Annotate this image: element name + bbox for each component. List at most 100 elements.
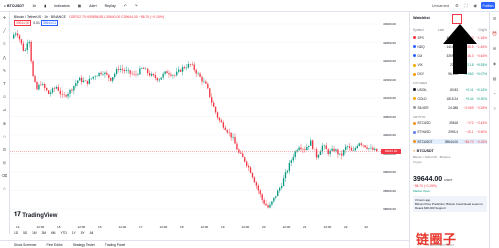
candle-body xyxy=(211,97,213,103)
candle-body xyxy=(82,80,85,82)
section-label[interactable]: CRYPTO xyxy=(413,115,425,119)
time-tick-label: 21 xyxy=(303,224,307,229)
watchlist-row[interactable]: USOIL 83.83 +0.11 +0.13% xyxy=(413,87,487,92)
watchlist-name: ETHUSD xyxy=(417,130,431,135)
notifications-icon[interactable]: ◔ xyxy=(493,91,495,96)
replay-button[interactable]: Replay xyxy=(105,4,116,8)
alarm-clock-icon[interactable]: ⏰ xyxy=(492,31,497,36)
trendline-icon[interactable]: ╱ xyxy=(3,28,6,33)
ideas-icon[interactable]: ◈ xyxy=(493,61,496,66)
watchlist-row[interactable]: BTCUSD 39618 −172 −0.43% xyxy=(413,121,487,126)
eye-icon[interactable]: ◎ xyxy=(3,160,7,165)
symbol-label: BTCUSDT xyxy=(7,3,25,8)
candle-body xyxy=(273,197,275,202)
candle-body xyxy=(315,149,318,158)
price-chart[interactable] xyxy=(10,12,381,223)
candle-body xyxy=(245,161,248,166)
candle-body xyxy=(317,154,320,158)
candle-body xyxy=(125,70,127,71)
candle-body xyxy=(69,89,71,94)
indicators-button[interactable]: Indicators xyxy=(54,4,70,8)
watchlist-name: SPX xyxy=(417,35,424,40)
price-axis[interactable]: 43000.00 42500.00 42000.00 41500.00 41000.00… xyxy=(381,12,409,223)
fib-icon[interactable]: ≡ xyxy=(3,41,5,46)
bottom-tab[interactable]: Trading Panel xyxy=(105,243,125,247)
col-chgp[interactable]: Chg% xyxy=(478,28,487,32)
candle-body xyxy=(255,182,258,186)
sell-price-box[interactable]: 39644.00 xyxy=(14,19,32,27)
undo-icon[interactable]: ↶ xyxy=(124,4,127,8)
candle-body xyxy=(14,33,17,35)
ruler-icon[interactable]: ⊿ xyxy=(3,107,7,112)
trash-icon[interactable]: ⌫ xyxy=(2,173,8,178)
watchlist-row[interactable]: GOLD 1815.24 +5.44 +0.30% xyxy=(413,96,487,101)
zoom-icon[interactable]: ⊕ xyxy=(3,121,7,126)
fullscreen-icon[interactable]: ⛶ xyxy=(465,3,468,8)
emoji-icon[interactable]: ☺ xyxy=(2,94,6,99)
calendar-icon[interactable]: ▤ xyxy=(493,76,497,81)
crosshair-icon[interactable]: ✛ xyxy=(3,15,7,20)
range-button[interactable]: 6M xyxy=(51,231,55,235)
range-button[interactable]: 5D xyxy=(23,231,27,235)
symbol-search[interactable]: ⌕ BTCUSDT xyxy=(4,4,24,8)
watchlist-icon[interactable]: ☰ xyxy=(493,16,497,21)
camera-icon[interactable]: ◉ xyxy=(474,3,478,8)
candle-body xyxy=(335,149,337,152)
lock-icon[interactable]: ⊡ xyxy=(3,147,7,152)
interval-button[interactable]: 1h xyxy=(32,4,36,8)
time-axis[interactable]: 14 12:00 15 12:00 16 12:00 17 12:00 18 12:00 19 12:… xyxy=(10,223,381,231)
bottom-tab[interactable]: Strategy Tester xyxy=(73,243,95,247)
candle-body xyxy=(36,81,38,90)
candle-body xyxy=(59,90,61,95)
buy-price-box[interactable]: 39644.01 xyxy=(40,19,59,27)
watchlist-row[interactable]: ETHUSD 2993.4 −15.1 −0.50% xyxy=(413,130,487,135)
watchlist-title[interactable]: Watchlist xyxy=(413,16,430,20)
templates-icon[interactable]: ▦ xyxy=(78,4,81,8)
candle-body xyxy=(323,145,325,147)
price-tick-label: 42500.00 xyxy=(383,40,396,45)
section-label[interactable]: FUTURES xyxy=(413,81,427,85)
range-button[interactable]: 1Y xyxy=(72,231,76,235)
candle-body xyxy=(218,117,221,121)
range-button[interactable]: 1M xyxy=(32,231,36,235)
candle-body xyxy=(236,143,238,150)
alert-button[interactable]: Alert xyxy=(89,4,96,8)
star-icon[interactable]: ☆ xyxy=(3,186,7,191)
candle-body xyxy=(168,73,170,75)
range-button[interactable]: 5Y xyxy=(81,231,85,235)
range-button[interactable]: All xyxy=(90,231,94,235)
range-button[interactable]: 1D xyxy=(14,231,18,235)
layout-name[interactable]: Unnamed xyxy=(432,3,449,8)
bottom-tab[interactable]: Stock Screener xyxy=(14,243,37,247)
candle-type-icon[interactable]: ▮ xyxy=(44,4,46,8)
range-button[interactable]: 3M xyxy=(42,231,46,235)
candle-body xyxy=(292,157,294,161)
magnet-icon[interactable]: ∩ xyxy=(3,134,6,139)
news-item[interactable]: 3 hours ago Bitcoin Price Prediction: Bi… xyxy=(413,196,487,212)
candle-body xyxy=(158,79,160,81)
top-right-icons: Unnamed ⚙ ⛶ ◉ xyxy=(432,3,477,8)
candle-body xyxy=(267,205,269,208)
bottom-tab[interactable]: Pine Editor xyxy=(47,243,63,247)
watchlist-row[interactable]: BTCUSDT 39644.00 −58.70 −0.15% xyxy=(413,139,487,144)
detail-category: Crypto xyxy=(413,160,422,164)
help-icon[interactable]: ? xyxy=(493,106,495,111)
price-tick-label: 40000.00 xyxy=(383,133,396,137)
brush-icon[interactable]: ✎ xyxy=(3,68,7,73)
redo-icon[interactable]: ↷ xyxy=(135,4,138,8)
text-icon[interactable]: T xyxy=(3,81,6,86)
col-symbol[interactable]: Symbol xyxy=(413,28,424,32)
detail-symbol[interactable]: BTCUSDT xyxy=(417,149,434,153)
candle-body xyxy=(179,69,182,72)
range-button[interactable]: YTD xyxy=(60,231,66,235)
pattern-icon[interactable]: ⋀ xyxy=(3,55,6,60)
candle-body xyxy=(214,106,217,113)
publish-button[interactable]: Publish xyxy=(481,2,495,9)
watchlist-row[interactable]: SILVER 24.088 −0.069 −0.29% xyxy=(413,105,487,110)
gear-icon[interactable]: ⚙ xyxy=(455,3,459,8)
candle-body xyxy=(333,148,335,152)
chat-icon[interactable]: ✉ xyxy=(493,46,496,51)
candle-body xyxy=(32,61,34,77)
candle-body xyxy=(96,75,98,77)
candle-body xyxy=(22,43,25,51)
